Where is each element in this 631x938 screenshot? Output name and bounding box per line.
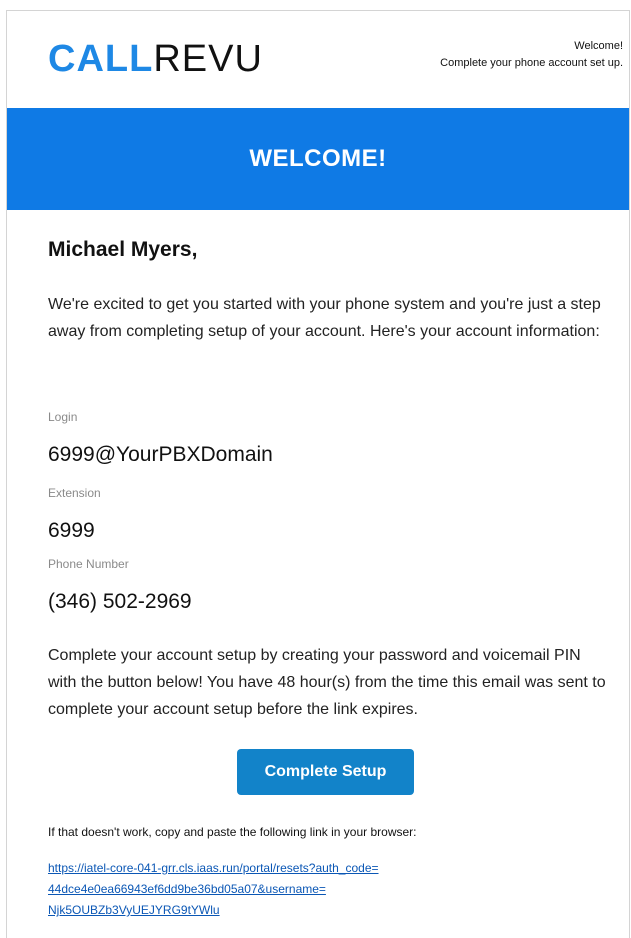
tagline-subtitle: Complete your phone account set up. [440, 57, 623, 69]
fallback-instructions: If that doesn't work, copy and paste the… [48, 825, 417, 839]
login-value: 6999@YourPBXDomain [48, 443, 273, 466]
setup-link-line[interactable]: 44dce4e0ea66943ef6dd9be36bd05a07&usernam… [48, 879, 518, 900]
setup-link[interactable]: https://iatel-core-041-grr.cls.iaas.run/… [48, 858, 518, 921]
extension-value: 6999 [48, 519, 95, 542]
logo-revu-text: REVU [153, 38, 263, 80]
phone-number-value: (346) 502-2969 [48, 590, 192, 613]
callrevu-logo: CALLREVU [48, 37, 263, 81]
setup-link-line[interactable]: Njk5OUBZb3VyUEJYRG9tYWlu [48, 900, 518, 921]
logo-call-text: CALL [48, 38, 154, 80]
setup-link-line[interactable]: https://iatel-core-041-grr.cls.iaas.run/… [48, 858, 518, 879]
banner-title: WELCOME! [249, 145, 387, 172]
email-header: CALLREVU Welcome! Complete your phone ac… [7, 11, 629, 108]
header-tagline: Welcome! Complete your phone account set… [440, 38, 623, 72]
welcome-banner: WELCOME! [7, 108, 629, 210]
email-card: CALLREVU Welcome! Complete your phone ac… [6, 10, 630, 938]
login-label: Login [48, 410, 78, 424]
tagline-welcome: Welcome! [574, 40, 623, 52]
extension-label: Extension [48, 486, 101, 500]
greeting: Michael Myers, [48, 238, 198, 261]
intro-paragraph: We're excited to get you started with yo… [48, 296, 601, 340]
phone-number-label: Phone Number [48, 557, 129, 571]
complete-setup-button[interactable]: Complete Setup [237, 749, 414, 795]
setup-instructions: Complete your account setup by creating … [48, 647, 606, 718]
